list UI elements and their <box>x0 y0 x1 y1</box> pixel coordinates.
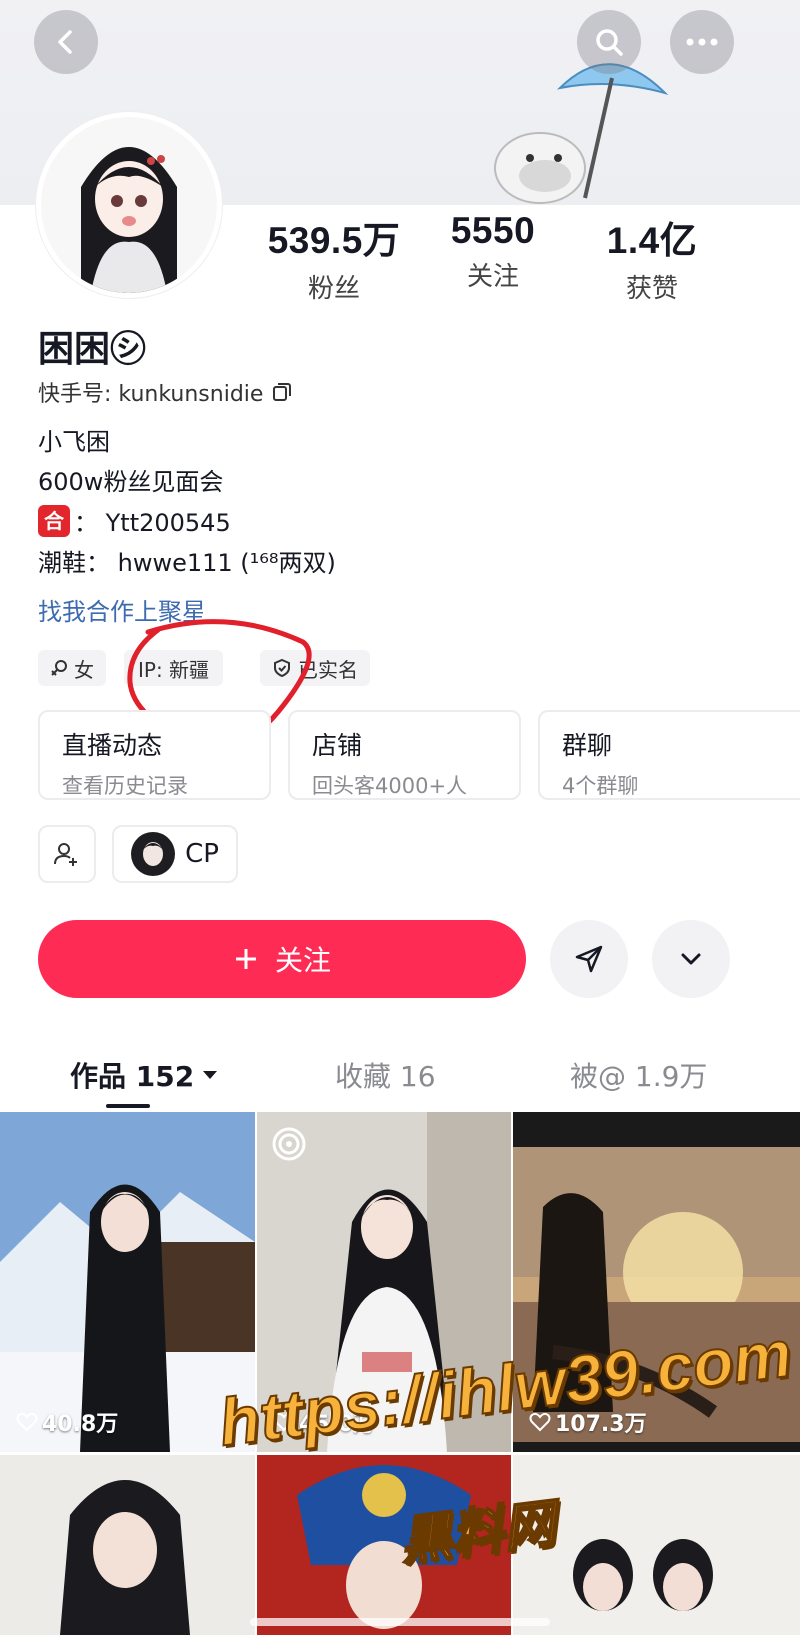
follow-button[interactable]: 关注 <box>38 920 526 998</box>
active-tab-indicator <box>106 1104 150 1108</box>
video-thumbnail[interactable] <box>0 1455 255 1635</box>
group-chat-card[interactable]: 群聊 4个群聊 <box>538 710 800 800</box>
chevron-left-icon <box>58 30 72 54</box>
video-likes-count: 40.8万 <box>42 1412 119 1437</box>
cp-avatar <box>131 832 176 876</box>
cp-button[interactable]: CP <box>112 825 238 883</box>
gender-text: 女 <box>74 657 94 682</box>
shop-card[interactable]: 店铺 回头客4000+人 <box>288 710 521 800</box>
tab-works-label: 作品 152 <box>70 1060 195 1093</box>
stat-following[interactable]: 5550 关注 <box>413 210 573 293</box>
cooperation-badge-icon: 合 <box>38 504 70 537</box>
chevron-down-icon <box>681 953 701 965</box>
bio-line-2: 600w粉丝见面会 <box>38 468 224 496</box>
kuaishou-id: 快手号: kunkunsnidie <box>38 382 264 407</box>
group-chat-title: 群聊 <box>562 731 613 760</box>
tab-favorites-label: 收藏 16 <box>335 1060 436 1093</box>
video-image-portrait <box>0 1455 255 1635</box>
add-friend-button[interactable] <box>38 825 96 883</box>
live-history-card[interactable]: 直播动态 查看历史记录 <box>38 710 271 800</box>
video-likes: 40.8万 <box>16 1406 118 1438</box>
cp-label: CP <box>185 839 219 869</box>
following-count: 5550 <box>450 210 536 251</box>
copy-icon[interactable] <box>271 381 293 403</box>
share-button[interactable] <box>550 920 628 998</box>
tab-favorites[interactable]: 收藏 16 <box>335 1055 436 1095</box>
female-icon <box>51 660 67 676</box>
search-button[interactable] <box>577 10 641 74</box>
live-history-subtitle: 查看历史记录 <box>62 774 188 798</box>
avatar[interactable] <box>36 112 222 298</box>
fans-label: 粉丝 <box>307 274 360 304</box>
tab-mentions[interactable]: 被@ 1.9万 <box>570 1055 707 1095</box>
shop-title: 店铺 <box>312 731 363 760</box>
stat-fans[interactable]: 539.5万 粉丝 <box>254 210 414 305</box>
kuaishou-id-row: 快手号: kunkunsnidie <box>38 376 293 408</box>
cover-illustration <box>494 63 669 204</box>
gender-tag: 女 <box>38 650 106 686</box>
following-label: 关注 <box>466 262 519 292</box>
follow-label: 关注 <box>274 945 331 976</box>
profile-name: 困困㋛ <box>38 329 147 370</box>
bio-line-3: 合 ： Ytt200545 <box>38 503 231 538</box>
live-history-title: 直播动态 <box>62 731 163 760</box>
send-icon <box>575 945 603 973</box>
avatar-illustration <box>41 117 217 293</box>
likes-label: 获赞 <box>625 274 678 304</box>
bio-line-3-text: ： Ytt200545 <box>74 509 231 537</box>
expand-button[interactable] <box>652 920 730 998</box>
tab-works[interactable]: 作品 152 <box>70 1055 218 1095</box>
plus-icon <box>235 949 256 969</box>
shop-subtitle: 回头客4000+人 <box>312 774 468 798</box>
stat-likes[interactable]: 1.4亿 获赞 <box>572 210 732 305</box>
group-chat-subtitle: 4个群聊 <box>562 774 639 798</box>
live-icon <box>272 1127 306 1161</box>
more-horizontal-icon <box>686 38 718 46</box>
likes-count: 1.4亿 <box>606 220 698 261</box>
bio-line-4: 潮鞋： hwwe111 (¹⁶⁸两双) <box>38 549 336 577</box>
tab-mentions-label: 被@ 1.9万 <box>570 1060 708 1093</box>
caret-down-icon <box>203 1071 218 1079</box>
bio-line-1: 小飞困 <box>38 428 110 456</box>
back-button[interactable] <box>34 10 98 74</box>
add-user-icon <box>54 843 77 866</box>
more-button[interactable] <box>670 10 734 74</box>
home-indicator <box>250 1618 550 1626</box>
search-icon <box>596 29 623 56</box>
fans-count: 539.5万 <box>267 220 401 261</box>
heart-icon <box>16 1412 38 1432</box>
